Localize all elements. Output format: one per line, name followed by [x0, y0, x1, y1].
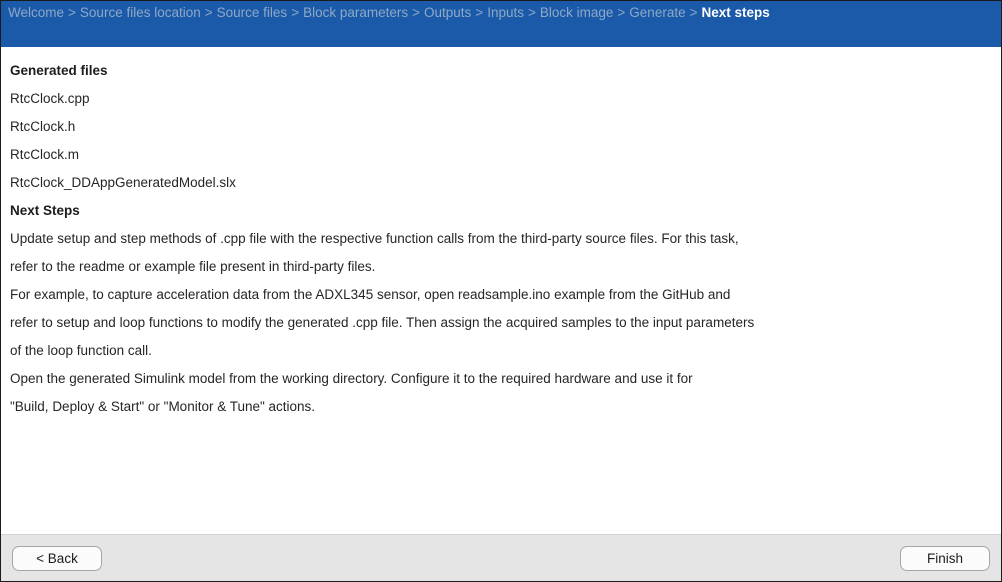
breadcrumb-separator: > — [68, 5, 76, 20]
content-text-line: RtcClock.h — [10, 119, 76, 134]
breadcrumb-item-generate[interactable]: Generate — [629, 5, 685, 21]
breadcrumb: Welcome > Source files location > Source fil… — [8, 5, 770, 21]
breadcrumb-separator: > — [689, 5, 698, 20]
wizard-window: Welcome > Source files location > Source fil… — [0, 0, 1002, 582]
content-text-line: "Build, Deploy & Start" or "Monitor & Tu… — [10, 399, 316, 414]
back-button[interactable]: < Back — [12, 545, 102, 571]
content-text-line: For example, to capture acceleration dat… — [10, 287, 731, 302]
breadcrumb-separator: > — [527, 5, 536, 20]
section-heading: Generated files — [10, 63, 108, 78]
wizard-content-area: Generated files RtcClock.cpp RtcClock.h Rtc… — [1, 47, 1001, 534]
content-text-line: RtcClock_DDAppGeneratedModel.slx — [10, 175, 236, 190]
breadcrumb-item-block-parameters[interactable]: Block parameters — [303, 5, 408, 21]
breadcrumb-separator: > — [475, 5, 484, 20]
breadcrumb-separator: > — [204, 5, 213, 20]
finish-button[interactable]: Finish — [900, 545, 990, 571]
breadcrumb-item-next-steps: Next steps — [701, 5, 770, 20]
content-text-line: Open the generated Simulink model from t… — [10, 371, 693, 386]
breadcrumb-item-block-image[interactable]: Block image — [540, 5, 614, 21]
breadcrumb-item-inputs[interactable]: Inputs — [487, 5, 524, 21]
content-text-line: RtcClock.m — [10, 147, 80, 162]
breadcrumb-item-welcome[interactable]: Welcome — [8, 5, 64, 21]
breadcrumb-item-source-files-location[interactable]: Source files location — [80, 5, 201, 21]
breadcrumb-item-outputs[interactable]: Outputs — [424, 5, 471, 21]
section-heading: Next Steps — [10, 203, 80, 218]
breadcrumb-separator: > — [291, 5, 300, 20]
breadcrumb-separator: > — [412, 5, 421, 20]
content-text-line: refer to the readme or example file pres… — [10, 259, 376, 274]
wizard-footer: < Back Finish — [1, 534, 1001, 581]
content-text-line: of the loop function call. — [10, 343, 152, 358]
content-text-line: RtcClock.cpp — [10, 91, 90, 106]
wizard-header: Welcome > Source files location > Source fil… — [1, 1, 1001, 47]
breadcrumb-item-source-files[interactable]: Source files — [217, 5, 288, 21]
content-text-line: Update setup and step methods of .cpp fi… — [10, 231, 739, 246]
content-text-line: refer to setup and loop functions to mod… — [10, 315, 755, 330]
breadcrumb-separator: > — [617, 5, 626, 20]
